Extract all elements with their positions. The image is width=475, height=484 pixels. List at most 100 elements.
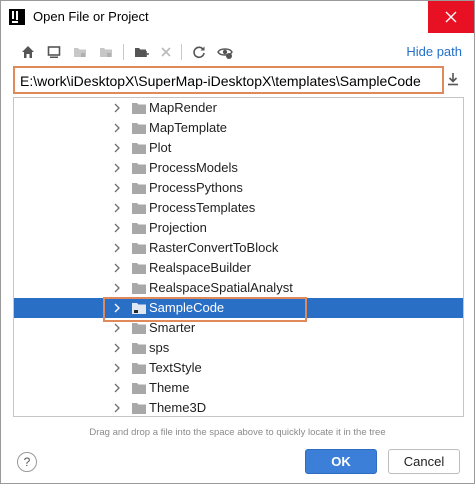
tree-item-label: SampleCode xyxy=(149,300,225,315)
path-row xyxy=(13,66,462,94)
chevron-right-icon[interactable] xyxy=(112,243,122,253)
home-button[interactable] xyxy=(17,41,39,63)
tree-item-label: RealspaceBuilder xyxy=(149,260,251,275)
folder-icon xyxy=(132,143,146,154)
chevron-right-icon[interactable] xyxy=(112,263,122,273)
tree-item[interactable]: MapRender xyxy=(14,98,463,118)
chevron-right-icon[interactable] xyxy=(112,283,122,293)
chevron-right-icon[interactable] xyxy=(112,383,122,393)
intellij-idea-icon xyxy=(9,9,25,25)
hide-path-link[interactable]: Hide path xyxy=(406,44,462,59)
refresh-button[interactable] xyxy=(188,41,210,63)
desktop-icon xyxy=(47,46,61,58)
tree-item[interactable]: SampleCode xyxy=(14,298,463,318)
tree-item[interactable]: Projection xyxy=(14,218,463,238)
module-folder-icon xyxy=(100,48,112,57)
path-field[interactable] xyxy=(13,66,444,94)
tree-item-label: RasterConvertToBlock xyxy=(149,240,279,255)
toolbar: Hide path xyxy=(1,41,474,65)
folder-icon xyxy=(132,303,146,314)
tree-item-label: sps xyxy=(149,340,170,355)
show-hidden-icon xyxy=(217,48,233,59)
ok-button[interactable]: OK xyxy=(305,449,377,474)
chevron-right-icon[interactable] xyxy=(112,143,122,153)
chevron-right-icon[interactable] xyxy=(112,123,122,133)
drag-drop-hint: Drag and drop a file into the space abov… xyxy=(89,427,386,438)
new-folder-button[interactable] xyxy=(131,41,153,63)
folder-icon xyxy=(132,223,146,234)
chevron-right-icon[interactable] xyxy=(112,363,122,373)
tree-item[interactable]: Theme3D xyxy=(14,398,463,416)
folder-icon xyxy=(132,323,146,334)
tree-item-label: MapTemplate xyxy=(149,120,228,135)
tree-item-label: ProcessTemplates xyxy=(149,200,256,215)
tree-item-label: Theme xyxy=(149,380,190,395)
tree-item-label: ProcessModels xyxy=(149,160,238,175)
show-hidden-button[interactable] xyxy=(214,41,236,63)
tree-item[interactable]: ProcessPythons xyxy=(14,178,463,198)
dialog-title: Open File or Project xyxy=(33,9,149,24)
close-icon xyxy=(445,11,457,23)
tree-item[interactable]: ProcessTemplates xyxy=(14,198,463,218)
path-input[interactable] xyxy=(20,71,438,91)
chevron-right-icon[interactable] xyxy=(112,223,122,233)
tree-item[interactable]: RealspaceBuilder xyxy=(14,258,463,278)
folder-icon xyxy=(132,363,146,374)
chevron-right-icon[interactable] xyxy=(112,163,122,173)
file-tree[interactable]: MapRender MapTemplate Plot ProcessModels Pro… xyxy=(13,97,464,417)
tree-item-label: Theme3D xyxy=(149,400,207,415)
folder-icon xyxy=(132,243,146,254)
folder-icon xyxy=(132,343,146,354)
folder-icon xyxy=(132,203,146,214)
chevron-right-icon[interactable] xyxy=(112,403,122,413)
chevron-right-icon[interactable] xyxy=(112,203,122,213)
tree-item[interactable]: MapTemplate xyxy=(14,118,463,138)
title-bar: Open File or Project xyxy=(1,1,474,33)
folder-icon xyxy=(132,403,146,414)
folder-icon xyxy=(132,263,146,274)
tree-item[interactable]: Plot xyxy=(14,138,463,158)
chevron-right-icon[interactable] xyxy=(112,103,122,113)
cancel-button[interactable]: Cancel xyxy=(388,449,460,474)
delete-button[interactable] xyxy=(155,41,177,63)
tree-item-label: TextStyle xyxy=(149,360,202,375)
folder-icon xyxy=(132,123,146,134)
help-button[interactable]: ? xyxy=(17,452,37,472)
toolbar-separator xyxy=(123,44,124,60)
open-file-dialog: Open File or Project Hide path E:\work\i… xyxy=(0,0,475,484)
tree-item-label: Smarter xyxy=(149,320,196,335)
toolbar-separator xyxy=(181,44,182,60)
desktop-button[interactable] xyxy=(43,41,65,63)
folder-icon xyxy=(132,383,146,394)
chevron-right-icon[interactable] xyxy=(112,303,122,313)
tree-item-label: Plot xyxy=(149,140,172,155)
tree-item[interactable]: Smarter xyxy=(14,318,463,338)
folder-icon xyxy=(132,103,146,114)
download-icon xyxy=(448,73,458,86)
home-icon xyxy=(22,46,34,58)
tree-item[interactable]: sps xyxy=(14,338,463,358)
project-folder-button[interactable] xyxy=(69,41,91,63)
module-folder-button[interactable] xyxy=(95,41,117,63)
folder-icon xyxy=(132,283,146,294)
tree-item-label: Projection xyxy=(149,220,207,235)
close-button[interactable] xyxy=(428,1,474,33)
tree-item-label: RealspaceSpatialAnalyst xyxy=(149,280,293,295)
refresh-icon xyxy=(193,46,205,59)
tree-item[interactable]: RealspaceSpatialAnalyst xyxy=(14,278,463,298)
chevron-right-icon[interactable] xyxy=(112,323,122,333)
download-button[interactable] xyxy=(446,72,462,88)
new-folder-icon xyxy=(135,48,149,57)
tree-item[interactable]: ProcessModels xyxy=(14,158,463,178)
project-folder-icon xyxy=(74,48,86,57)
chevron-right-icon[interactable] xyxy=(112,343,122,353)
folder-icon xyxy=(132,183,146,194)
tree-item[interactable]: RasterConvertToBlock xyxy=(14,238,463,258)
chevron-right-icon[interactable] xyxy=(112,183,122,193)
tree-item[interactable]: TextStyle xyxy=(14,358,463,378)
tree-item-label: ProcessPythons xyxy=(149,180,243,195)
tree-item[interactable]: Theme xyxy=(14,378,463,398)
tree-item-label: MapRender xyxy=(149,100,217,115)
delete-icon xyxy=(161,47,171,57)
folder-icon xyxy=(132,163,146,174)
